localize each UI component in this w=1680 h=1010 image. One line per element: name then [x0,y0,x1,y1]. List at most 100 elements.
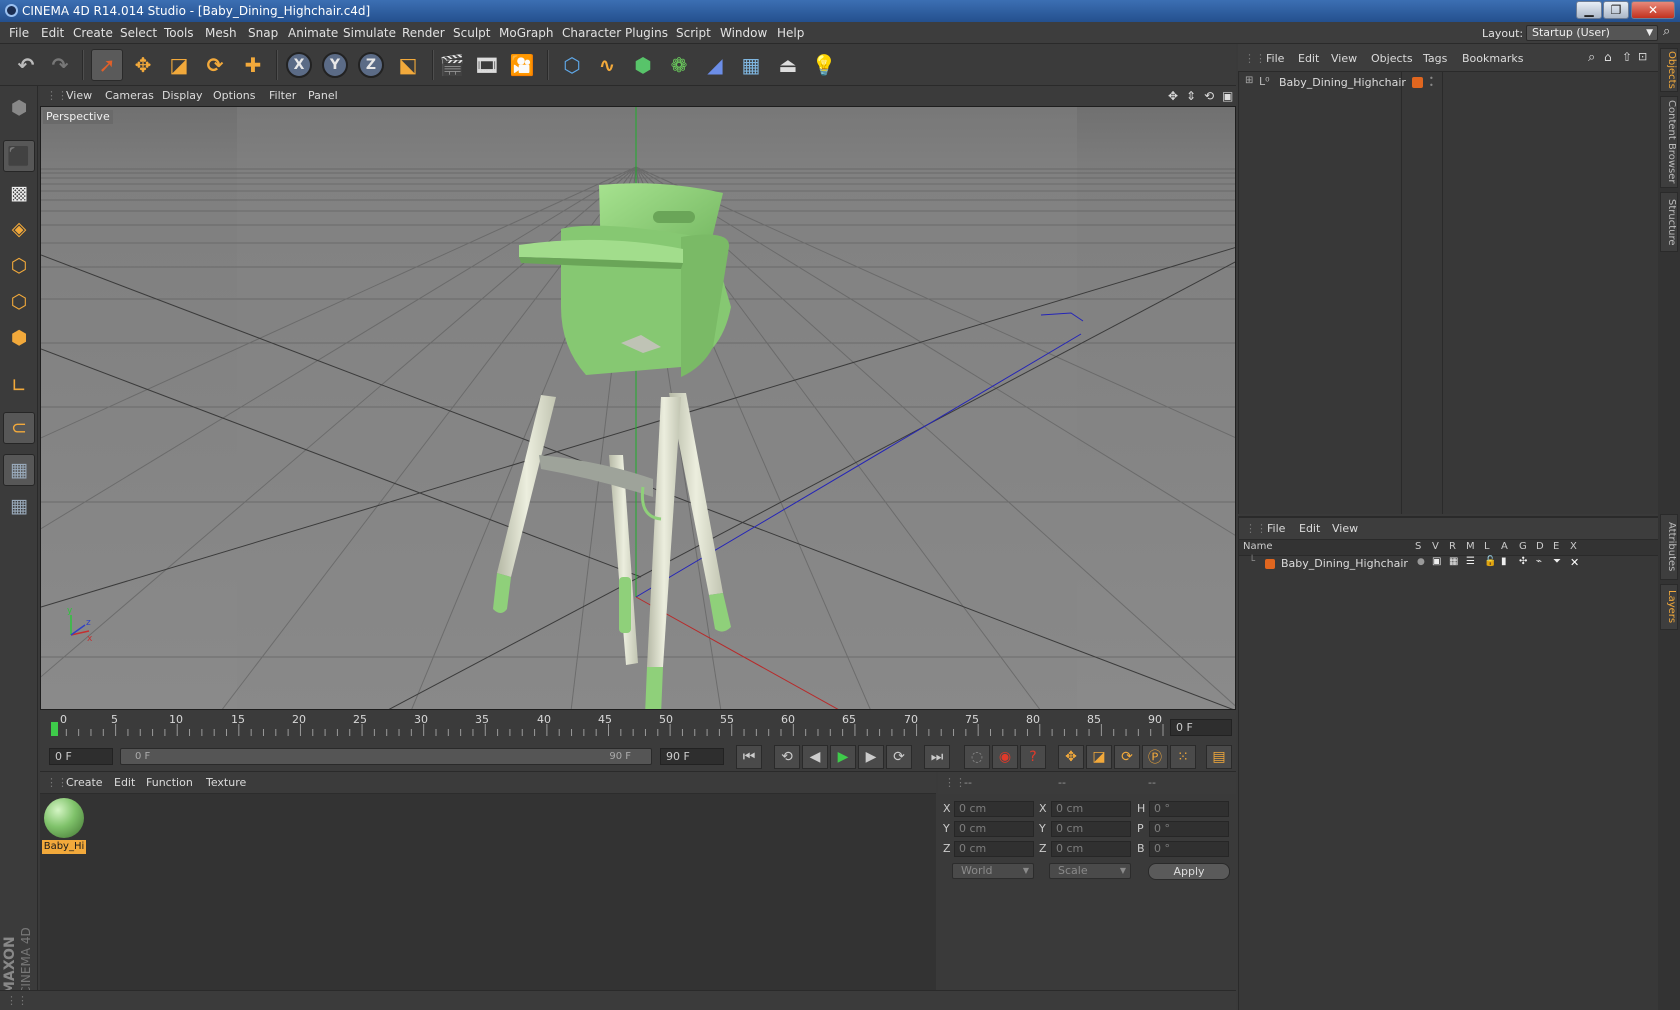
menu-plugins[interactable]: Plugins [625,26,668,40]
size-y-field[interactable]: 0 cm [1051,821,1131,837]
material-menu-edit[interactable]: Edit [114,776,135,789]
xref-toggle-icon[interactable]: ✕ [1570,556,1579,569]
z-axis-lock-button[interactable]: Z [358,52,384,78]
size-z-field[interactable]: 0 cm [1051,841,1131,857]
coordinate-mode-select[interactable]: World ▼ [952,863,1034,879]
deformer-icon[interactable]: ◢ [699,49,731,81]
viewport-menu-filter[interactable]: Filter [269,89,296,102]
tab-layers[interactable]: Layers [1660,584,1678,630]
layer-color-swatch[interactable] [1265,559,1275,569]
layout-select[interactable]: Startup (User) ▼ [1526,25,1658,41]
camera-icon[interactable]: ⏏ [772,49,804,81]
texture-mode-icon[interactable]: ▩ [3,177,35,209]
layer-row[interactable]: └ Baby_Dining_Highchair ● ▣ ▦ ☰ 🔓 ▮ ✣ ⌁ … [1239,556,1659,572]
minimize-button[interactable]: ▁ [1576,1,1602,19]
menu-script[interactable]: Script [676,26,711,40]
menu-snap[interactable]: Snap [248,26,278,40]
key-pla-icon[interactable]: ⁙ [1170,745,1196,769]
rot-p-field[interactable]: 0 ° [1149,821,1229,837]
play-icon[interactable]: ▶ [830,745,856,769]
tab-content-browser[interactable]: Content Browser [1660,96,1678,188]
array-icon[interactable]: ❁ [663,49,695,81]
planar-workplane-icon[interactable]: ▦ [3,490,35,522]
spline-icon[interactable]: ∿ [591,49,623,81]
expand-icon[interactable]: ⊞ [1245,75,1253,86]
menu-tools[interactable]: Tools [164,26,194,40]
objects-menu-bookmarks[interactable]: Bookmarks [1462,52,1523,65]
menu-file[interactable]: File [9,26,29,40]
polygons-mode-icon[interactable]: ⬢ [3,322,35,354]
rotate-icon[interactable]: ⟳ [199,49,231,81]
search-icon[interactable]: ⌕ [1588,50,1595,65]
snap-magnet-icon[interactable]: ⊂ [3,412,35,444]
menu-mograph[interactable]: MoGraph [499,26,554,40]
up-arrow-icon[interactable]: ⇧ [1622,50,1632,64]
menu-character[interactable]: Character [562,26,621,40]
lock-toggle-icon[interactable]: 🔓 [1484,556,1496,567]
timeline-window-icon[interactable]: ▤ [1206,745,1232,769]
pos-y-field[interactable]: 0 cm [954,821,1034,837]
autokey-icon[interactable]: ◉ [992,745,1018,769]
playhead[interactable] [51,722,58,736]
object-name[interactable]: Baby_Dining_Highchair [1279,76,1406,89]
menu-help[interactable]: Help [777,26,804,40]
generator-toggle-icon[interactable]: ✣ [1519,556,1527,567]
range-start-field[interactable]: 0 F [49,748,113,765]
make-editable-icon[interactable]: ⬢ [3,92,35,124]
key-parameter-icon[interactable]: Ⓟ [1142,745,1168,769]
previous-key-icon[interactable]: ⟲ [774,745,800,769]
floor-icon[interactable]: ▦ [735,49,767,81]
close-button[interactable]: ✕ [1631,1,1675,19]
menu-simulate[interactable]: Simulate [343,26,396,40]
light-icon[interactable]: 💡 [808,49,840,81]
column-generators[interactable]: G [1519,541,1527,552]
next-frame-icon[interactable]: ▶ [858,745,884,769]
last-tool-icon[interactable]: ✚ [237,49,269,81]
workplane-mode-icon[interactable]: ◈ [3,213,35,245]
x-axis-lock-button[interactable]: X [286,52,312,78]
size-mode-select[interactable]: Scale ▼ [1049,863,1131,879]
objects-menu-view[interactable]: View [1331,52,1357,65]
next-key-icon[interactable]: ⟳ [886,745,912,769]
column-xref[interactable]: X [1570,541,1577,552]
key-scale-icon[interactable]: ◪ [1086,745,1112,769]
live-selection-icon[interactable]: ➚ [91,49,123,81]
menu-window[interactable]: Window [720,26,767,40]
tab-structure[interactable]: Structure [1660,192,1678,252]
material-menu-function[interactable]: Function [146,776,193,789]
move-view-icon[interactable]: ✥ [1168,89,1178,103]
layers-menu-view[interactable]: View [1332,522,1358,535]
view-toggle-icon[interactable]: ▣ [1432,556,1441,567]
objects-menu-objects[interactable]: Objects [1371,52,1413,65]
material-menu-texture[interactable]: Texture [206,776,246,789]
axis-mode-icon[interactable]: ∟ [3,370,35,402]
menu-create[interactable]: Create [73,26,113,40]
viewport-menu-display[interactable]: Display [162,89,203,102]
objects-menu-edit[interactable]: Edit [1298,52,1319,65]
points-mode-icon[interactable]: ⬡ [3,250,35,282]
coordinate-system-icon[interactable]: ⬕ [392,49,424,81]
viewport-menu-view[interactable]: View [66,89,92,102]
viewport-menu-cameras[interactable]: Cameras [105,89,154,102]
previous-frame-icon[interactable]: ◀ [802,745,828,769]
size-x-field[interactable]: 0 cm [1051,801,1131,817]
record-keys-icon[interactable]: ◌ [964,745,990,769]
menu-sculpt[interactable]: Sculpt [453,26,490,40]
go-to-end-icon[interactable]: ⏭ [924,745,950,769]
model-mode-icon[interactable]: ⬛ [3,140,35,172]
render-view-icon[interactable]: 🎬 [436,49,468,81]
column-name[interactable]: Name [1243,541,1273,552]
key-rotation-icon[interactable]: ⟳ [1114,745,1140,769]
layers-menu-edit[interactable]: Edit [1299,522,1320,535]
menu-mesh[interactable]: Mesh [205,26,237,40]
manager-toggle-icon[interactable]: ☰ [1466,556,1475,567]
column-deformers[interactable]: D [1536,541,1544,552]
column-view[interactable]: V [1432,541,1439,552]
render-toggle-icon[interactable]: ▦ [1449,556,1458,567]
scale-icon[interactable]: ◪ [163,49,195,81]
workplane-lock-icon[interactable]: ▦ [3,454,35,486]
animation-toggle-icon[interactable]: ▮ [1501,556,1507,567]
restore-button[interactable]: ❐ [1603,1,1629,19]
material-menu-create[interactable]: Create [66,776,103,789]
range-slider[interactable]: 0 F 90 F [120,748,652,765]
